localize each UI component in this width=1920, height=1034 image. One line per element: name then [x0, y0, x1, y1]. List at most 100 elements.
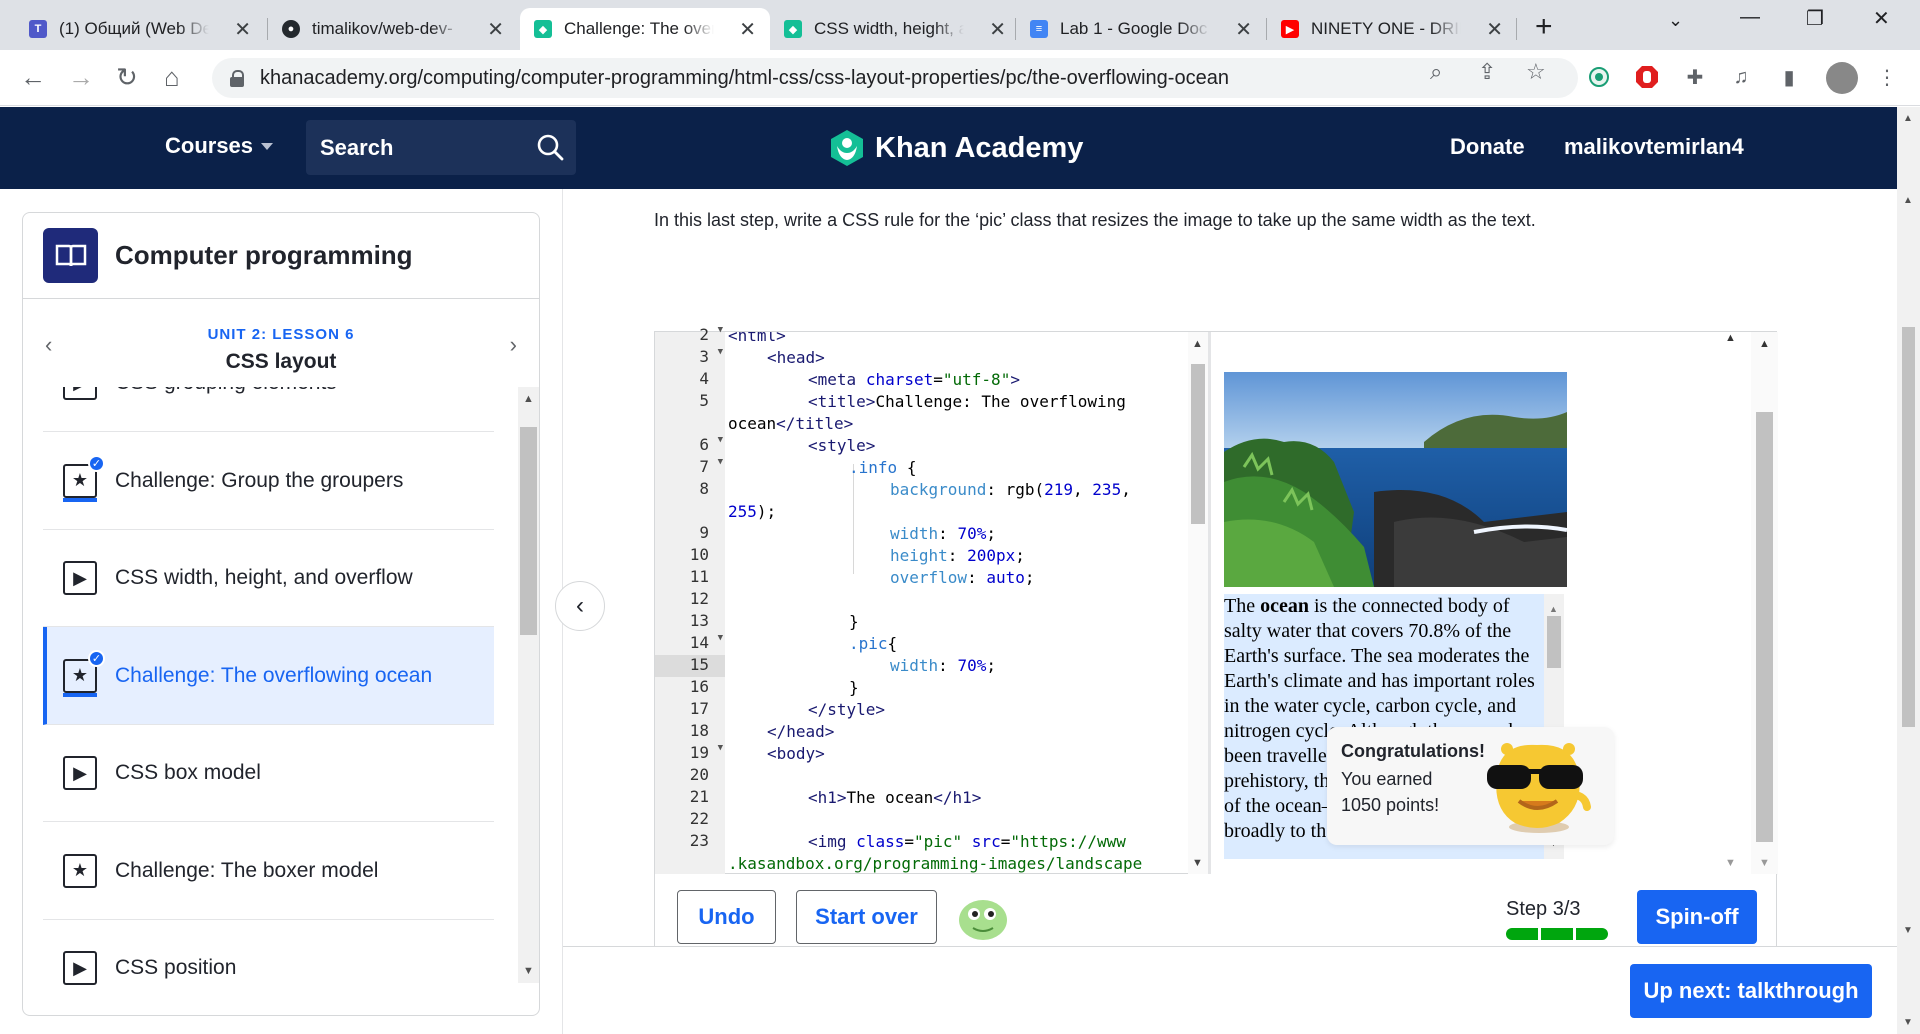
fold-arrow-icon[interactable]: ▼	[718, 633, 723, 643]
back-icon[interactable]: ←	[20, 62, 46, 93]
browser-tab-google-doc[interactable]: ≡ Lab 1 - Google Doc ✕	[1016, 8, 1266, 50]
browser-tab-github[interactable]: ● timalikov/web-dev- ✕	[268, 8, 518, 50]
extension-circle-icon[interactable]	[1586, 64, 1612, 90]
scroll-down-icon[interactable]: ▼	[1903, 925, 1913, 936]
scrollbar-thumb[interactable]	[520, 427, 537, 635]
course-header[interactable]: Computer programming	[23, 213, 539, 299]
spin-off-button[interactable]: Spin-off	[1637, 890, 1757, 944]
bookmark-star-icon[interactable]: ☆	[1526, 59, 1546, 85]
lesson-item-label: CSS grouping elements	[115, 387, 337, 395]
list-item[interactable]: ▶ CSS position	[43, 920, 494, 993]
code-line: <h1>The ocean</h1>	[808, 788, 982, 807]
scrollbar-thumb[interactable]	[1547, 616, 1561, 668]
hopper-mascot-icon	[959, 900, 1007, 940]
lesson-list: ▶ CSS grouping elements ★✓ Challenge: Gr…	[23, 387, 518, 993]
course-sidebar: Computer programming ‹ UNIT 2: LESSON 6 …	[0, 189, 563, 1034]
site-search-input[interactable]: Search	[306, 120, 576, 175]
scroll-down-icon[interactable]: ▼	[523, 965, 534, 977]
start-over-button[interactable]: Start over	[796, 890, 937, 944]
page-scrollbar[interactable]: ▲ ▲ ▼ ▼	[1897, 107, 1920, 1034]
khan-academy-logo[interactable]: Khan Academy	[829, 129, 1083, 167]
browser-menu-icon[interactable]: ⋮	[1874, 64, 1900, 90]
fold-arrow-icon[interactable]: ▼	[718, 325, 723, 335]
scroll-up-icon[interactable]: ▲	[1903, 113, 1913, 124]
reload-icon[interactable]: ↻	[116, 62, 138, 93]
preview-scrollbar[interactable]: ▲ ▼	[1751, 332, 1778, 875]
fold-arrow-icon[interactable]: ▼	[718, 435, 723, 445]
line-number: 18	[689, 721, 709, 740]
code-line: <meta charset="utf-8">	[808, 370, 1020, 389]
profile-avatar-icon[interactable]	[1826, 62, 1858, 94]
undo-button[interactable]: Undo	[677, 890, 776, 944]
github-icon: ●	[282, 20, 300, 38]
video-play-icon: ▶	[63, 951, 97, 985]
list-item[interactable]: ▶ CSS width, height, and overflow	[43, 530, 494, 627]
list-item[interactable]: ▶ CSS grouping elements	[43, 387, 494, 432]
close-tab-icon[interactable]: ✕	[234, 17, 251, 42]
zoom-icon[interactable]: ⌕	[1430, 59, 1442, 85]
fold-arrow-icon[interactable]: ▼	[718, 347, 723, 357]
browser-tab-challenge-active[interactable]: ◆ Challenge: The over ✕	[520, 8, 770, 50]
list-item[interactable]: ★ ✓ Challenge: Group the groupers	[43, 432, 494, 530]
restore-icon[interactable]: ❐	[1806, 6, 1824, 31]
line-number: 10	[689, 545, 709, 564]
courses-menu-button[interactable]: Courses	[165, 133, 274, 159]
lesson-item-label: CSS width, height, and overflow	[115, 566, 413, 589]
browser-tab-youtube[interactable]: ▶ NINETY ONE - DRIF ✕	[1267, 8, 1517, 50]
code-line: </head>	[767, 722, 835, 741]
scroll-down-icon[interactable]: ▼	[1759, 857, 1770, 869]
scroll-down-icon[interactable]: ▼	[1192, 857, 1203, 869]
list-item[interactable]: ★ Challenge: The boxer model	[43, 822, 494, 920]
scroll-up-icon[interactable]: ▲	[523, 393, 534, 405]
youtube-icon: ▶	[1281, 20, 1299, 38]
home-icon[interactable]: ⌂	[164, 62, 180, 93]
share-icon[interactable]: ⇪	[1478, 59, 1496, 85]
scrollbar-thumb[interactable]	[1191, 364, 1205, 524]
scroll-up-icon[interactable]: ▲	[1903, 195, 1913, 206]
scrollbar-thumb[interactable]	[1756, 412, 1773, 842]
media-queue-icon[interactable]: ♫	[1728, 64, 1754, 90]
forward-icon[interactable]: →	[68, 62, 94, 93]
scroll-up-icon[interactable]: ▲	[1725, 332, 1736, 344]
up-next-button[interactable]: Up next: talkthrough	[1630, 964, 1872, 1018]
close-tab-icon[interactable]: ✕	[739, 17, 756, 42]
lesson-list-scrollbar[interactable]: ▲ ▼	[518, 387, 539, 983]
list-item-current[interactable]: ★ ✓ Challenge: The overflowing ocean	[43, 627, 494, 725]
close-window-icon[interactable]: ✕	[1873, 6, 1890, 31]
video-play-icon: ▶	[63, 387, 97, 400]
tab-title: NINETY ONE - DRIF	[1311, 19, 1461, 38]
adblock-icon[interactable]	[1634, 64, 1660, 90]
address-bar[interactable]: khanacademy.org/computing/computer-progr…	[212, 58, 1578, 98]
code-editor[interactable]: <html> <head> <meta charset="utf-8"> <ti…	[725, 332, 1180, 875]
scroll-up-icon[interactable]: ▲	[1192, 338, 1203, 350]
list-item[interactable]: ▶ CSS box model	[43, 725, 494, 822]
donate-link[interactable]: Donate	[1450, 134, 1525, 160]
fold-arrow-icon[interactable]: ▼	[718, 457, 723, 467]
scroll-down-icon[interactable]: ▼	[1903, 1017, 1913, 1028]
browser-tab-teams[interactable]: T (1) Общий (Web De ✕	[15, 8, 265, 50]
scroll-down-icon[interactable]: ▼	[1725, 857, 1736, 869]
browser-toolbar: ← → ↻ ⌂ khanacademy.org/computing/comput…	[0, 50, 1920, 106]
close-tab-icon[interactable]: ✕	[989, 17, 1006, 42]
user-menu[interactable]: malikovtemirlan4	[1564, 134, 1744, 160]
next-lesson-icon[interactable]: ›	[510, 332, 517, 358]
scrollbar-thumb[interactable]	[1902, 327, 1915, 727]
lesson-item-label: CSS position	[115, 956, 237, 979]
side-panel-icon[interactable]: ▮	[1776, 64, 1802, 90]
new-tab-icon[interactable]: +	[1535, 10, 1553, 44]
step-progress-1	[1506, 928, 1538, 940]
scroll-up-icon[interactable]: ▲	[1759, 338, 1770, 350]
close-tab-icon[interactable]: ✕	[487, 17, 504, 42]
tab-search-icon[interactable]: ⌄	[1668, 10, 1683, 31]
browser-tab-css-width[interactable]: ◆ CSS width, height, a ✕	[770, 8, 1020, 50]
congratulations-popup[interactable]: Congratulations! You earned 1050 points!	[1327, 727, 1614, 845]
minimize-icon[interactable]: —	[1740, 6, 1760, 29]
extensions-puzzle-icon[interactable]: ✚	[1682, 64, 1708, 90]
close-tab-icon[interactable]: ✕	[1486, 17, 1503, 42]
search-icon[interactable]	[536, 133, 564, 161]
lock-icon[interactable]	[230, 70, 244, 87]
fold-arrow-icon[interactable]: ▼	[718, 743, 723, 753]
close-tab-icon[interactable]: ✕	[1235, 17, 1252, 42]
collapse-sidebar-button[interactable]: ‹	[555, 581, 605, 631]
code-scrollbar[interactable]: ▲ ▼	[1188, 332, 1208, 875]
